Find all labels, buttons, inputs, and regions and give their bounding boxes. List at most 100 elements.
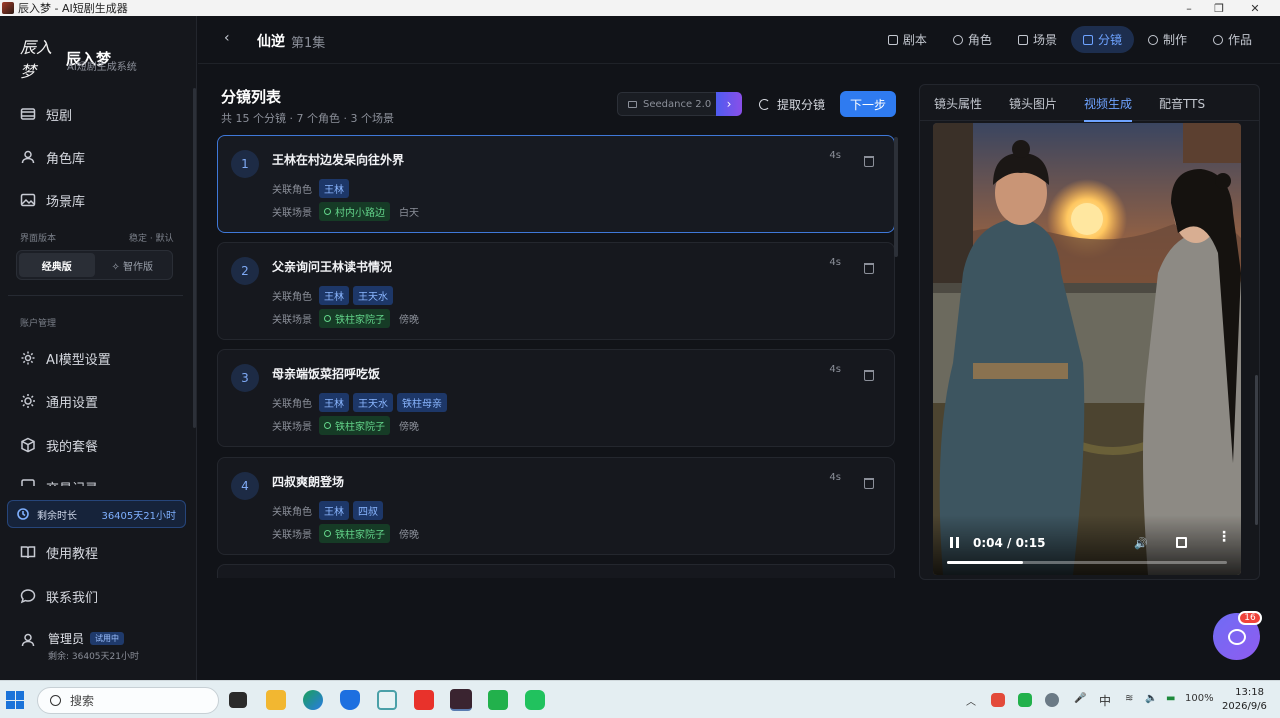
- trash-icon[interactable]: [864, 370, 874, 381]
- extract-shots-button[interactable]: 提取分镜: [759, 96, 825, 113]
- trash-icon[interactable]: [864, 156, 874, 167]
- file-explorer-icon[interactable]: [266, 690, 286, 710]
- video-player[interactable]: 0:04 / 0:15 🔊 ⋮: [933, 123, 1241, 575]
- wps-tray-icon[interactable]: [991, 693, 1005, 707]
- support-chat-button[interactable]: 16: [1213, 611, 1262, 660]
- video-model-select[interactable]: Seedance 2.0: [617, 92, 717, 116]
- tab-shot-attributes[interactable]: 镜头属性: [934, 85, 982, 121]
- scene-chip: 铁柱家院子: [319, 524, 390, 543]
- sidebar-item-general-settings[interactable]: 通用设置: [20, 391, 98, 411]
- location-pin-icon: [324, 315, 331, 322]
- sidebar-item-scenes[interactable]: 场景库: [20, 190, 85, 210]
- next-step-button[interactable]: 下一步: [840, 91, 896, 117]
- scene-label: 关联场景: [272, 315, 312, 326]
- wps-office-icon[interactable]: [414, 690, 434, 710]
- sidebar-item-tutorial[interactable]: 使用教程: [20, 542, 98, 562]
- time-of-day: 傍晚: [399, 315, 419, 326]
- network-tray-icon[interactable]: [1045, 693, 1059, 707]
- speaker-icon[interactable]: 🔈: [1145, 693, 1157, 704]
- tab-tts[interactable]: 配音TTS: [1159, 85, 1205, 121]
- version-classic-option[interactable]: 经典版: [19, 253, 95, 277]
- gear-icon: [1147, 34, 1158, 45]
- task-view-icon[interactable]: [229, 692, 247, 708]
- trash-icon[interactable]: [864, 478, 874, 489]
- film-icon: [20, 108, 36, 120]
- sidebar-item-transactions[interactable]: 交易记录: [20, 478, 98, 486]
- sidebar-item-ai-model[interactable]: AI模型设置: [20, 348, 111, 368]
- sidebar-item-my-plan[interactable]: 我的套餐: [20, 435, 98, 455]
- video-camera-icon: [628, 100, 637, 108]
- volume-icon[interactable]: 🔊: [1134, 537, 1148, 550]
- shot-card[interactable]: 4 四叔爽朗登场 4s 关联角色 王林 四叔 关联场景 铁柱家院子 傍晚: [217, 457, 895, 555]
- role-chip: 王天水: [353, 286, 393, 305]
- shot-card[interactable]: 3 母亲端饭菜招呼吃饭 4s 关联角色 王林 王天水 铁柱母亲 关联场景 铁柱家…: [217, 349, 895, 447]
- tab-video-generation[interactable]: 视频生成: [1084, 85, 1133, 122]
- shot-card[interactable]: 1 王林在村边发呆向往外界 4s 关联角色 王林 关联场景 村内小路边 白天: [217, 135, 895, 233]
- project-title: 仙逆: [257, 34, 285, 50]
- sidebar-item-dramas[interactable]: 短剧: [20, 104, 72, 124]
- maximize-button[interactable]: ❐: [1204, 0, 1234, 16]
- sidebar-item-contact[interactable]: 联系我们: [20, 586, 98, 606]
- book-icon: [20, 546, 36, 559]
- shot-duration: 4s: [829, 364, 841, 375]
- panel-scrollbar[interactable]: [1255, 375, 1258, 525]
- shot-number: 2: [231, 257, 259, 285]
- edge-browser-icon[interactable]: [303, 690, 323, 710]
- message-app-icon[interactable]: [488, 690, 508, 710]
- taskbar-clock[interactable]: 13:18 2026/9/6: [1222, 686, 1267, 714]
- gear-icon: [21, 351, 35, 365]
- wechat-tray-icon[interactable]: [1018, 693, 1032, 707]
- role-chip: 王林: [319, 179, 349, 198]
- video-progress-bar[interactable]: [947, 561, 1227, 564]
- tray-expand-icon[interactable]: ︿: [966, 693, 976, 708]
- sidebar-item-label: 短剧: [46, 108, 73, 124]
- video-frame: [933, 123, 1241, 575]
- remaining-value: 36405天21小时: [101, 510, 176, 522]
- user-profile[interactable]: 管理员 试用中 剩余: 36405天21小时: [20, 630, 139, 662]
- battery-icon[interactable]: ▬: [1166, 693, 1175, 704]
- receipt-icon: [21, 479, 35, 486]
- fullscreen-icon[interactable]: [1176, 537, 1187, 548]
- sidebar-scrollbar[interactable]: [193, 88, 196, 428]
- sun-gear-icon: [21, 394, 35, 408]
- taskbar-search[interactable]: 搜索: [37, 687, 219, 714]
- minimize-button[interactable]: –: [1174, 0, 1204, 16]
- tab-label: 场景: [1032, 33, 1057, 47]
- scene-chip: 铁柱家院子: [319, 416, 390, 435]
- episode-label: 第1集: [291, 36, 326, 51]
- more-options-icon[interactable]: ⋮: [1217, 530, 1231, 544]
- tab-works[interactable]: 作品: [1201, 26, 1264, 53]
- tab-scenes[interactable]: 场景: [1006, 26, 1069, 53]
- tab-shot-image[interactable]: 镜头图片: [1009, 85, 1057, 121]
- tab-production[interactable]: 制作: [1136, 26, 1199, 53]
- model-go-button[interactable]: ›: [716, 92, 742, 116]
- security-app-icon[interactable]: [340, 690, 360, 710]
- tab-characters[interactable]: 角色: [941, 26, 1004, 53]
- windows-start-icon[interactable]: [6, 691, 24, 709]
- close-button[interactable]: ✕: [1240, 0, 1270, 16]
- trash-icon[interactable]: [864, 263, 874, 274]
- shot-duration: 4s: [829, 150, 841, 161]
- shot-detail-panel: 镜头属性 镜头图片 视频生成 配音TTS 0:04 / 0:15 🔊 ⋮: [919, 84, 1260, 580]
- microphone-icon[interactable]: 🎤: [1074, 693, 1086, 704]
- user-remaining: 剩余: 36405天21小时: [48, 652, 139, 662]
- scene-chip: 铁柱家院子: [319, 309, 390, 328]
- shot-card[interactable]: 2 父亲询问王林读书情况 4s 关联角色 王林 王天水 关联场景 铁柱家院子 傍…: [217, 242, 895, 340]
- sidebar-item-label: 我的套餐: [46, 439, 99, 455]
- ai-drama-app-icon[interactable]: [450, 689, 472, 711]
- tab-script[interactable]: 剧本: [876, 26, 939, 53]
- back-button[interactable]: ‹: [224, 30, 230, 46]
- wechat-icon[interactable]: [525, 690, 545, 710]
- version-smart-option[interactable]: ✧ 智作版: [95, 253, 171, 277]
- list-scrollbar[interactable]: [894, 137, 898, 257]
- location-pin-icon: [324, 422, 331, 429]
- input-method-indicator[interactable]: 中: [1099, 692, 1111, 709]
- tab-storyboard[interactable]: 分镜: [1070, 26, 1134, 53]
- shot-card[interactable]: [217, 564, 895, 578]
- sidebar-item-characters[interactable]: 角色库: [20, 147, 85, 167]
- divider: [8, 295, 183, 296]
- wifi-icon[interactable]: ≋: [1125, 693, 1133, 704]
- pause-icon[interactable]: [950, 537, 959, 548]
- model-name: Seedance 2.0: [643, 98, 712, 110]
- snipping-tool-icon[interactable]: [377, 690, 397, 710]
